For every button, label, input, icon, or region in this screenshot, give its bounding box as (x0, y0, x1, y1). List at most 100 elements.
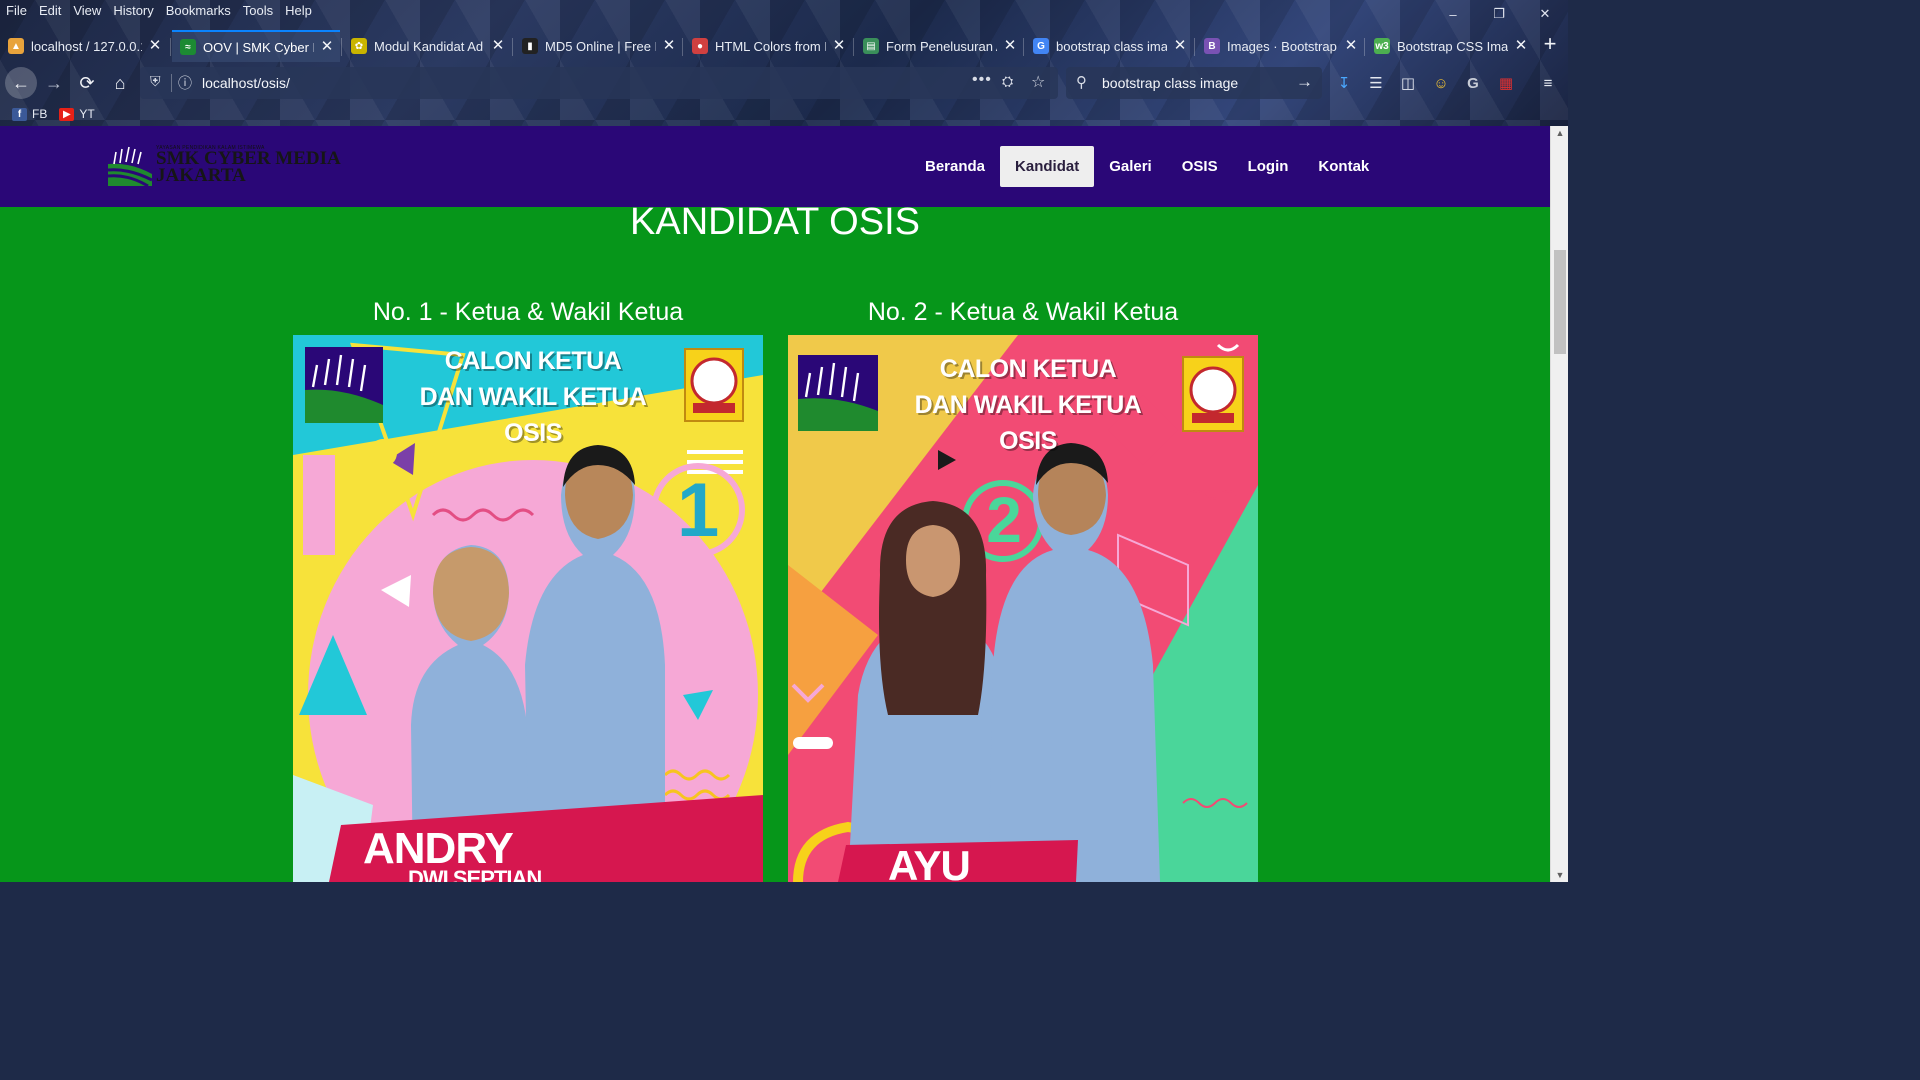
site-info-icon[interactable]: ⓘ (178, 73, 192, 93)
page-scrollbar[interactable]: ▲ ▼ (1550, 126, 1568, 882)
tab-close-icon[interactable]: ✕ (491, 38, 505, 53)
menu-edit[interactable]: Edit (33, 0, 67, 22)
sidebar-icon[interactable]: ◫ (1398, 73, 1418, 93)
account-icon[interactable]: ☺ (1431, 73, 1451, 93)
search-go-icon[interactable]: → (1296, 72, 1313, 92)
poster-2-line-2: DAN WAKIL KETUA OSIS (914, 391, 1142, 455)
poster-2-name-1: AYU (888, 842, 971, 883)
tab-title: Bootstrap CSS Imag (1397, 38, 1508, 54)
tab-separator (1194, 38, 1195, 56)
menu-file[interactable]: File (0, 0, 33, 22)
poster-2-number: 2 (986, 484, 1022, 556)
tab-title: MD5 Online | Free M (545, 38, 656, 54)
nav-beranda[interactable]: Beranda (910, 146, 1000, 187)
tab-title: localhost / 127.0.0.1 (31, 38, 142, 54)
google-icon: G (1033, 38, 1049, 54)
tab-close-icon[interactable]: ✕ (662, 38, 676, 53)
tab-close-icon[interactable]: ✕ (1003, 38, 1017, 53)
tab-close-icon[interactable]: ✕ (832, 38, 846, 53)
candidate-1-title: No. 1 - Ketua & Wakil Ketua (372, 298, 684, 326)
poster-2-line-1: CALON KETUA (939, 355, 1117, 383)
bookmark-fb[interactable]: f FB (12, 104, 47, 124)
browser-tab[interactable]: ≈ OOV | SMK Cyber M ✕ (172, 30, 340, 62)
browser-tab[interactable]: B Images · Bootstrap ✕ (1196, 30, 1364, 62)
browser-tab[interactable]: w3 Bootstrap CSS Imag ✕ (1366, 30, 1534, 62)
search-bar[interactable]: ⚲ bootstrap class image → (1066, 67, 1322, 99)
menu-bookmarks[interactable]: Bookmarks (160, 0, 237, 22)
bookmark-label: FB (32, 107, 48, 121)
menu-history[interactable]: History (107, 0, 159, 22)
bookmark-yt[interactable]: ▶ YT (59, 104, 95, 124)
poster-1-number: 1 (677, 468, 720, 553)
browser-tab[interactable]: ● HTML Colors from I ✕ (684, 30, 852, 62)
tab-title: HTML Colors from I (715, 38, 826, 54)
nav-kandidat[interactable]: Kandidat (1000, 146, 1095, 187)
home-icon[interactable]: ⌂ (104, 67, 136, 99)
hamburger-menu-icon[interactable]: ≡ (1538, 73, 1558, 93)
tab-title: Images · Bootstrap (1227, 38, 1337, 54)
tab-close-icon[interactable]: ✕ (148, 38, 162, 53)
restore-icon[interactable]: ❐ (1476, 0, 1522, 28)
lock-icon: ▮ (522, 38, 538, 54)
phpmyadmin-icon: ▲ (8, 38, 24, 54)
browser-tab[interactable]: ▤ Form Penelusuran A ✕ (855, 30, 1023, 62)
reload-icon[interactable]: ⟳ (71, 67, 103, 99)
tab-close-icon[interactable]: ✕ (320, 39, 334, 54)
poster-1-line-2: DAN WAKIL KETUA OSIS (419, 383, 647, 447)
bookmark-label: YT (79, 107, 95, 121)
tab-title: Modul Kandidat Ad (374, 38, 484, 54)
library-icon[interactable]: ☰ (1366, 73, 1386, 93)
browser-tab[interactable]: ✿ Modul Kandidat Ad ✕ (343, 30, 511, 62)
nav-login[interactable]: Login (1233, 146, 1304, 187)
tab-separator (512, 38, 513, 56)
tracking-shield-icon[interactable]: ⛨ (150, 73, 161, 90)
nav-osis[interactable]: OSIS (1167, 146, 1233, 187)
bookmark-star-icon[interactable]: ☆ (1031, 72, 1045, 92)
school-logo[interactable]: YAYASAN PENDIDIKAN KALAM ISTIMEWA SMK CY… (107, 144, 341, 188)
browser-tab[interactable]: ▲ localhost / 127.0.0.1 ✕ (0, 30, 168, 62)
scrollbar-thumb[interactable] (1554, 250, 1566, 354)
forward-arrow-icon[interactable]: → (38, 67, 70, 99)
pocket-icon[interactable]: ⛭ (1002, 73, 1013, 90)
scroll-down-icon[interactable]: ▼ (1551, 868, 1568, 882)
school-emblem-icon (107, 144, 153, 188)
menu-tools[interactable]: Tools (237, 0, 279, 22)
menu-view[interactable]: View (67, 0, 107, 22)
menu-help[interactable]: Help (279, 0, 318, 22)
browser-tab[interactable]: ▮ MD5 Online | Free M ✕ (514, 30, 682, 62)
poster-1-name-2: DWI SEPTIAN (408, 866, 542, 883)
tab-close-icon[interactable]: ✕ (1344, 38, 1358, 53)
tab-title: Form Penelusuran A (886, 38, 997, 54)
search-icon: ⚲ (1076, 74, 1087, 91)
browser-tab[interactable]: Gbootstrap class ima ✕ (1025, 30, 1193, 62)
nav-kontak[interactable]: Kontak (1303, 146, 1384, 187)
downloads-icon[interactable]: ↧ (1334, 73, 1354, 93)
page-actions-icon[interactable]: ••• (972, 71, 992, 89)
candidate-2-poster[interactable]: CALON KETUA DAN WAKIL KETUA OSIS 2 AYU (788, 335, 1258, 882)
page-viewport: YAYASAN PENDIDIKAN KALAM ISTIMEWA SMK CY… (0, 126, 1568, 882)
poster-1-heading: CALON KETUA DAN WAKIL KETUA OSIS (393, 343, 673, 451)
minimize-icon[interactable]: – (1430, 0, 1476, 28)
extension-icon[interactable]: ▦ (1496, 73, 1516, 93)
site-logo-icon: ≈ (180, 39, 196, 55)
poster-2-heading: CALON KETUA DAN WAKIL KETUA OSIS (888, 351, 1168, 459)
color-wheel-icon: ● (692, 38, 708, 54)
close-window-icon[interactable]: ✕ (1522, 0, 1568, 28)
search-input[interactable]: bootstrap class image (1102, 75, 1238, 91)
logo-line-2: JAKARTA (156, 165, 246, 186)
form-icon: ▤ (863, 38, 879, 54)
new-tab-icon[interactable]: + (1538, 33, 1562, 57)
nav-galeri[interactable]: Galeri (1094, 146, 1167, 187)
site-navbar: YAYASAN PENDIDIKAN KALAM ISTIMEWA SMK CY… (0, 126, 1550, 207)
candidate-1-poster[interactable]: CALON KETUA DAN WAKIL KETUA OSIS 1 ANDRY… (293, 335, 763, 882)
scroll-up-icon[interactable]: ▲ (1551, 126, 1568, 140)
google-extension-icon[interactable]: G (1463, 73, 1483, 93)
back-arrow-icon[interactable]: ← (5, 67, 37, 99)
url-bar[interactable]: ⛨ ⓘ localhost/osis/ ••• ⛭ ☆ (140, 67, 1058, 99)
tab-close-icon[interactable]: ✕ (1514, 38, 1528, 53)
tab-title: OOV | SMK Cyber M (203, 39, 314, 55)
url-text[interactable]: localhost/osis/ (202, 75, 290, 91)
tab-close-icon[interactable]: ✕ (1173, 38, 1187, 53)
facebook-icon: f (12, 107, 27, 121)
bookmarks-toolbar: f FB ▶ YT (0, 104, 95, 124)
